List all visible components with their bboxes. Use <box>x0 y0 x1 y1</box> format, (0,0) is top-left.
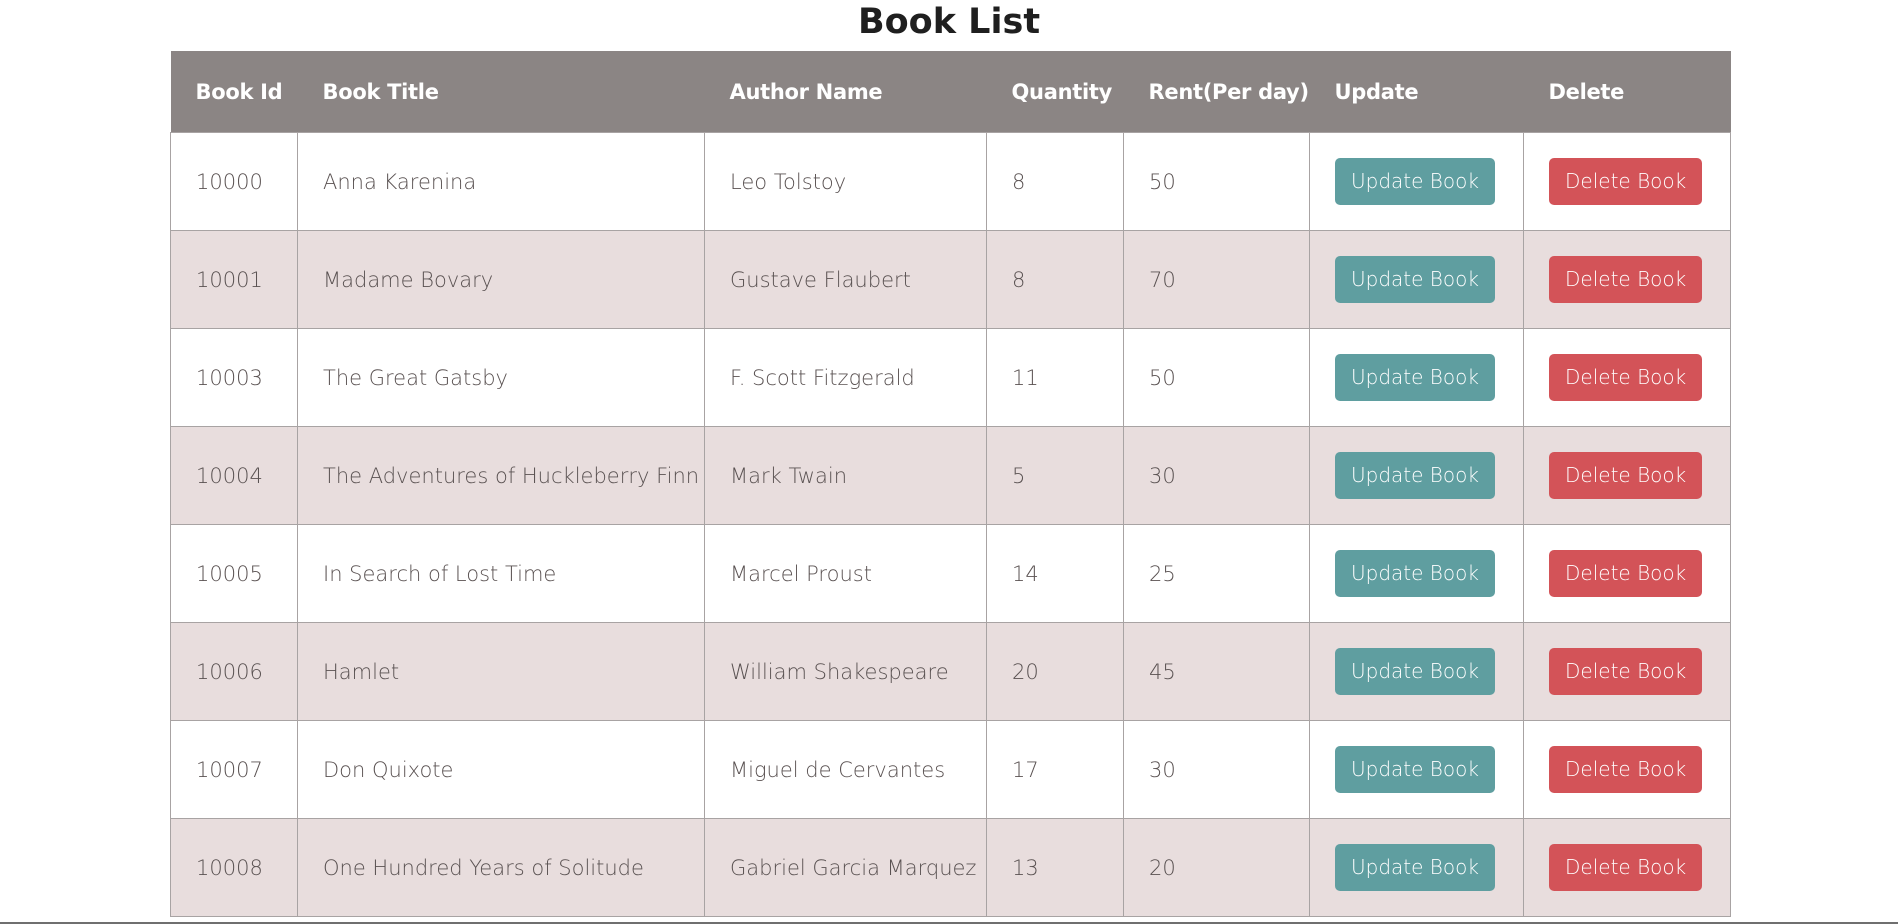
cell-author-name: Gustave Flaubert <box>704 230 987 329</box>
cell-author-name: F. Scott Fitzgerald <box>704 328 987 427</box>
table-row: 10004 The Adventures of Huckleberry Finn M… <box>170 426 1731 525</box>
header-rent: Rent(Per day) <box>1123 51 1310 133</box>
book-table-container: Book Id Book Title Author Name Quantity … <box>170 51 1731 917</box>
table-row: 10001 Madame Bovary Gustave Flaubert 8 70 Upd… <box>170 230 1731 329</box>
cell-book-title: Hamlet <box>297 622 705 721</box>
cell-update: Update Book <box>1309 426 1524 525</box>
cell-delete: Delete Book <box>1523 720 1731 819</box>
cell-book-id: 10006 <box>170 622 298 721</box>
cell-book-title: Anna Karenina <box>297 132 705 231</box>
cell-quantity: 20 <box>986 622 1124 721</box>
header-author-name: Author Name <box>704 51 987 133</box>
cell-quantity: 14 <box>986 524 1124 623</box>
cell-book-id: 10005 <box>170 524 298 623</box>
cell-delete: Delete Book <box>1523 230 1731 329</box>
table-header-row: Book Id Book Title Author Name Quantity … <box>170 51 1731 133</box>
update-book-button[interactable]: Update Book <box>1335 648 1495 695</box>
cell-quantity: 8 <box>986 230 1124 329</box>
cell-book-id: 10003 <box>170 328 298 427</box>
header-quantity: Quantity <box>986 51 1124 133</box>
cell-quantity: 11 <box>986 328 1124 427</box>
cell-rent: 50 <box>1123 328 1310 427</box>
cell-rent: 50 <box>1123 132 1310 231</box>
update-book-button[interactable]: Update Book <box>1335 158 1495 205</box>
cell-book-title: The Great Gatsby <box>297 328 705 427</box>
delete-book-button[interactable]: Delete Book <box>1549 550 1703 597</box>
cell-update: Update Book <box>1309 230 1524 329</box>
update-book-button[interactable]: Update Book <box>1335 844 1495 891</box>
delete-book-button[interactable]: Delete Book <box>1549 354 1703 401</box>
cell-author-name: Marcel Proust <box>704 524 987 623</box>
cell-update: Update Book <box>1309 720 1524 819</box>
cell-delete: Delete Book <box>1523 132 1731 231</box>
cell-author-name: Leo Tolstoy <box>704 132 987 231</box>
cell-book-title: The Adventures of Huckleberry Finn <box>297 426 705 525</box>
cell-quantity: 5 <box>986 426 1124 525</box>
cell-book-title: In Search of Lost Time <box>297 524 705 623</box>
cell-delete: Delete Book <box>1523 622 1731 721</box>
delete-book-button[interactable]: Delete Book <box>1549 648 1703 695</box>
update-book-button[interactable]: Update Book <box>1335 256 1495 303</box>
update-book-button[interactable]: Update Book <box>1335 746 1495 793</box>
delete-book-button[interactable]: Delete Book <box>1549 844 1703 891</box>
cell-rent: 20 <box>1123 818 1310 917</box>
page-title: Book List <box>857 2 1041 42</box>
cell-book-id: 10004 <box>170 426 298 525</box>
cell-author-name: Gabriel Garcia Marquez <box>704 818 987 917</box>
cell-delete: Delete Book <box>1523 426 1731 525</box>
cell-update: Update Book <box>1309 818 1524 917</box>
cell-delete: Delete Book <box>1523 818 1731 917</box>
table-row: 10005 In Search of Lost Time Marcel Proust… <box>170 524 1731 623</box>
cell-author-name: William Shakespeare <box>704 622 987 721</box>
cell-book-title: Madame Bovary <box>297 230 705 329</box>
cell-book-id: 10007 <box>170 720 298 819</box>
table-body: 10000 Anna Karenina Leo Tolstoy 8 50 Update B… <box>170 132 1731 917</box>
table-row: 10007 Don Quixote Miguel de Cervantes 17 30 U… <box>170 720 1731 819</box>
table-row: 10006 Hamlet William Shakespeare 20 45 Update… <box>170 622 1731 721</box>
cell-delete: Delete Book <box>1523 328 1731 427</box>
update-book-button[interactable]: Update Book <box>1335 550 1495 597</box>
cell-author-name: Miguel de Cervantes <box>704 720 987 819</box>
cell-rent: 30 <box>1123 426 1310 525</box>
cell-book-title: Don Quixote <box>297 720 705 819</box>
table-row: 10008 One Hundred Years of Solitude Gabrie… <box>170 818 1731 917</box>
cell-book-title: One Hundred Years of Solitude <box>297 818 705 917</box>
table-row: 10003 The Great Gatsby F. Scott Fitzgerald… <box>170 328 1731 427</box>
cell-update: Update Book <box>1309 328 1524 427</box>
cell-rent: 30 <box>1123 720 1310 819</box>
header-book-title: Book Title <box>297 51 705 133</box>
cell-book-id: 10001 <box>170 230 298 329</box>
delete-book-button[interactable]: Delete Book <box>1549 452 1703 499</box>
cell-update: Update Book <box>1309 132 1524 231</box>
cell-update: Update Book <box>1309 622 1524 721</box>
cell-update: Update Book <box>1309 524 1524 623</box>
cell-rent: 25 <box>1123 524 1310 623</box>
cell-rent: 45 <box>1123 622 1310 721</box>
header-delete: Delete <box>1523 51 1731 133</box>
cell-quantity: 8 <box>986 132 1124 231</box>
table-row: 10000 Anna Karenina Leo Tolstoy 8 50 Update B… <box>170 132 1731 231</box>
cell-book-id: 10008 <box>170 818 298 917</box>
cell-author-name: Mark Twain <box>704 426 987 525</box>
cell-rent: 70 <box>1123 230 1310 329</box>
header-update: Update <box>1309 51 1524 133</box>
cell-book-id: 10000 <box>170 132 298 231</box>
update-book-button[interactable]: Update Book <box>1335 452 1495 499</box>
cell-quantity: 13 <box>986 818 1124 917</box>
cell-quantity: 17 <box>986 720 1124 819</box>
delete-book-button[interactable]: Delete Book <box>1549 158 1703 205</box>
update-book-button[interactable]: Update Book <box>1335 354 1495 401</box>
delete-book-button[interactable]: Delete Book <box>1549 746 1703 793</box>
delete-book-button[interactable]: Delete Book <box>1549 256 1703 303</box>
header-book-id: Book Id <box>170 51 298 133</box>
book-table: Book Id Book Title Author Name Quantity … <box>170 51 1731 917</box>
cell-delete: Delete Book <box>1523 524 1731 623</box>
